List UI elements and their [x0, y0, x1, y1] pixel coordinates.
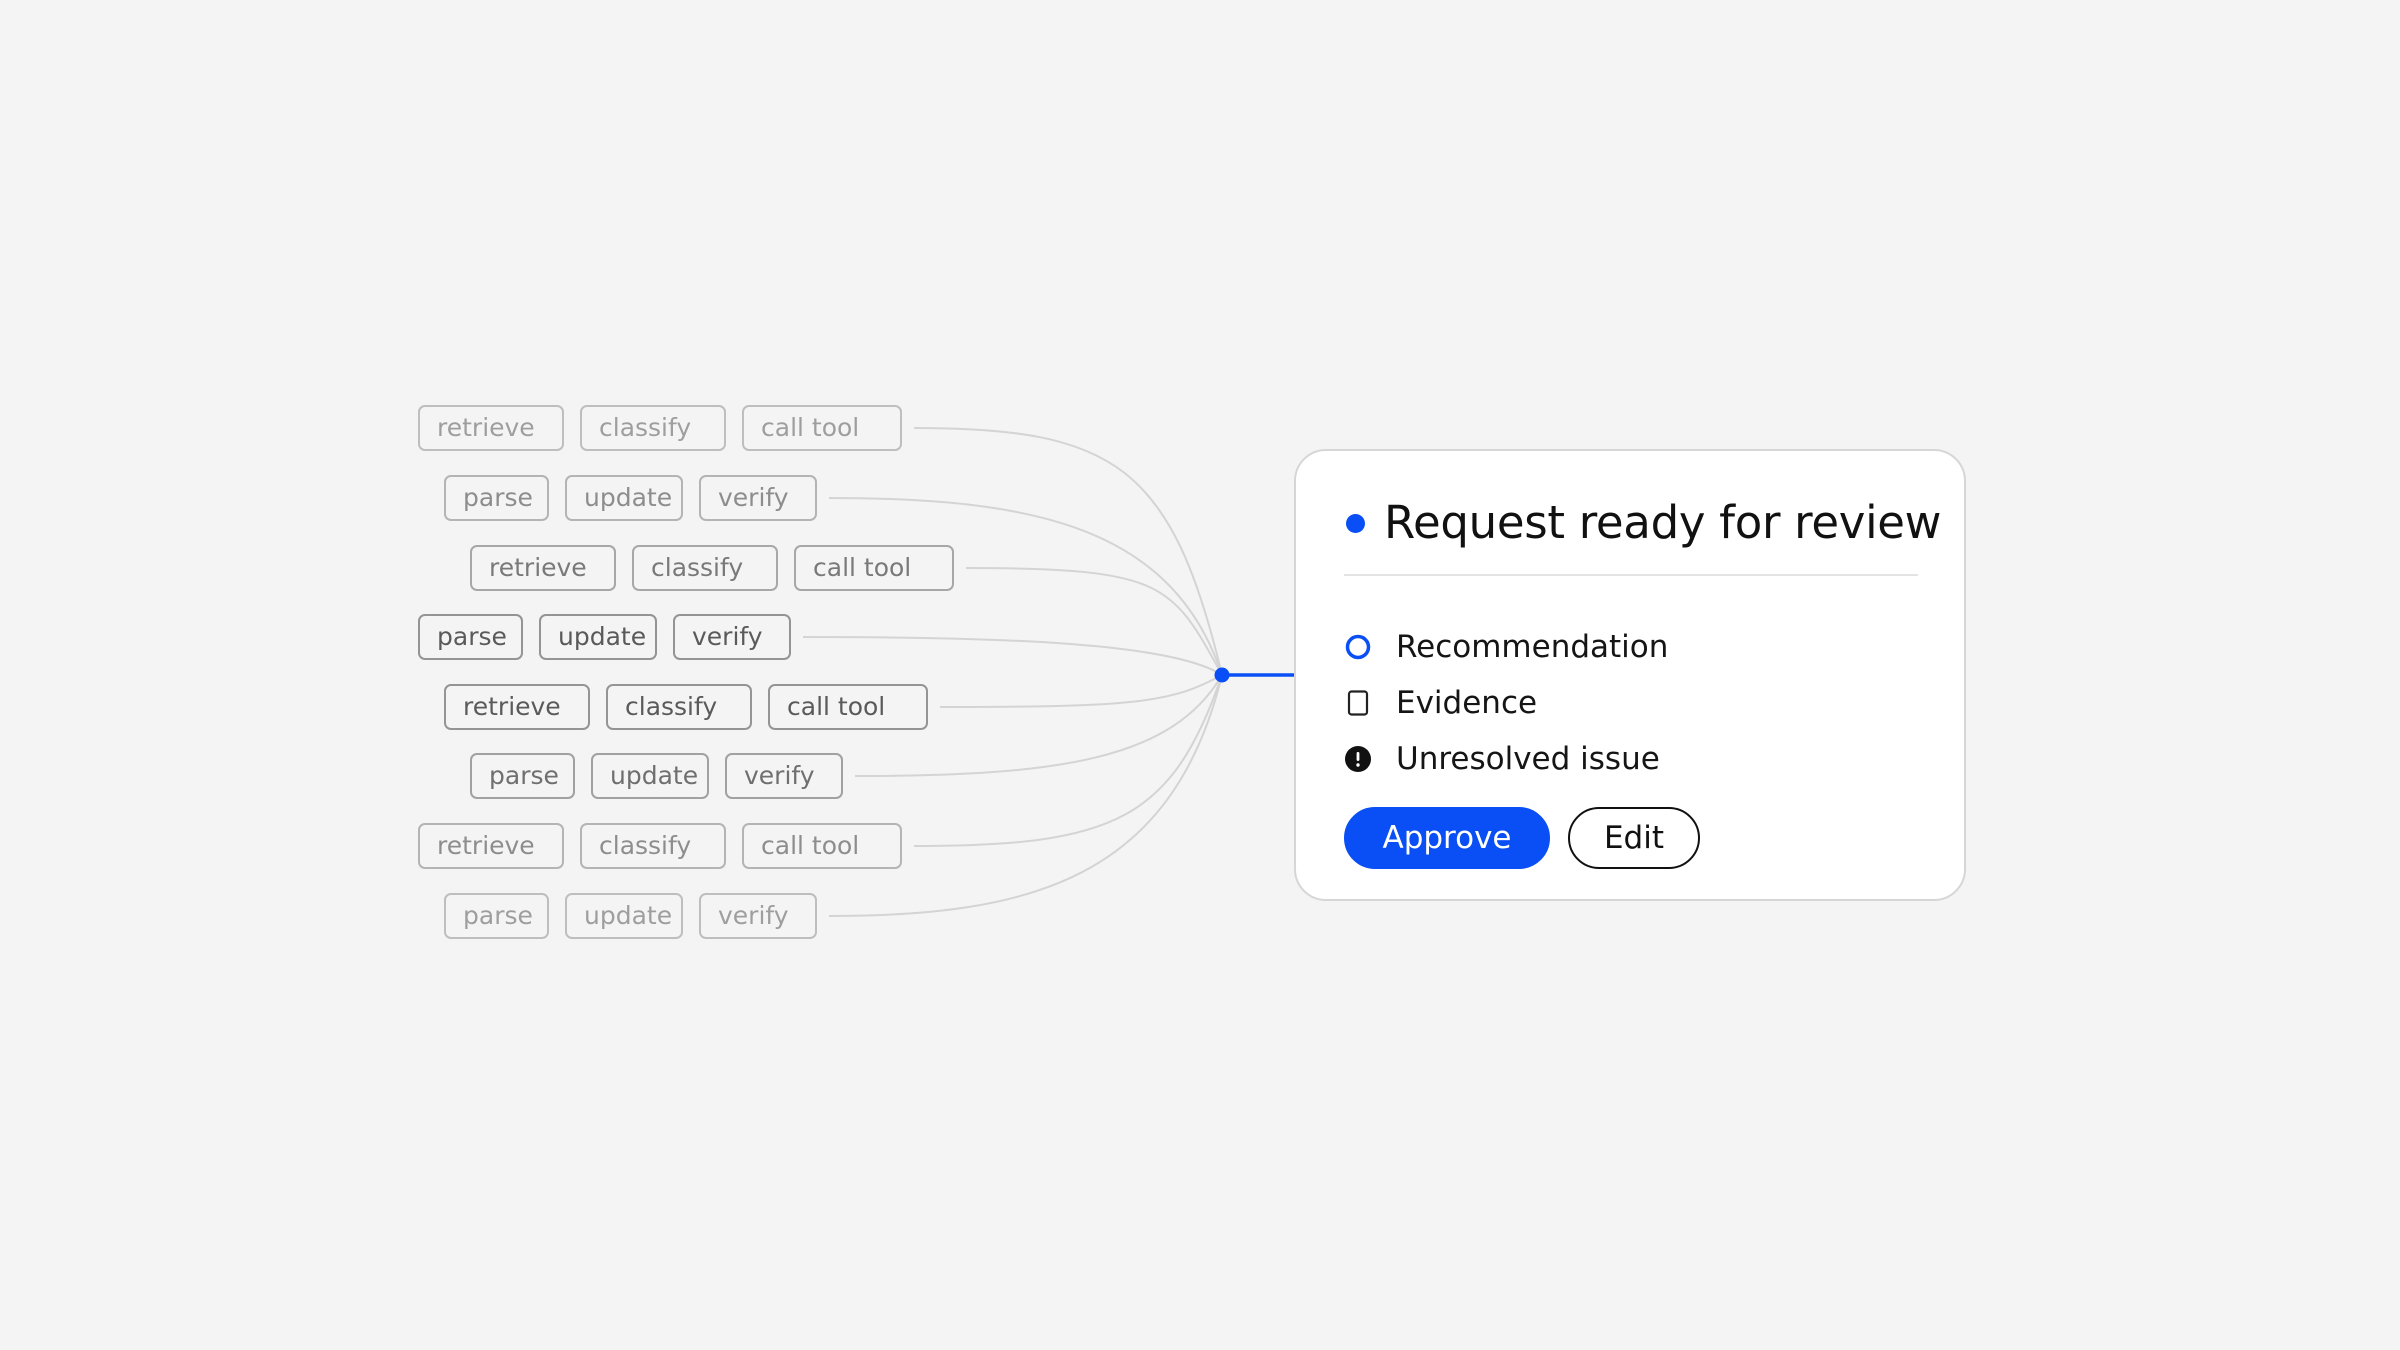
step-chip-verify[interactable]: verify	[725, 753, 843, 799]
step-chip-retrieve[interactable]: retrieve	[444, 684, 590, 730]
step-chip-classify[interactable]: classify	[632, 545, 778, 591]
step-chip-update[interactable]: update	[539, 614, 657, 660]
checklist-item-evidence: Evidence	[1344, 681, 1904, 725]
status-dot-icon	[1346, 514, 1365, 533]
connector-lines	[802, 427, 1294, 917]
review-card: Request ready for review Recommendation …	[1294, 449, 1966, 901]
step-chip-parse[interactable]: parse	[418, 614, 523, 660]
document-icon	[1347, 690, 1369, 716]
step-chip-call-tool[interactable]: call tool	[742, 405, 902, 451]
step-chip-update[interactable]: update	[565, 893, 683, 939]
alert-icon	[1345, 746, 1371, 772]
step-chip-update[interactable]: update	[565, 475, 683, 521]
step-chip-classify[interactable]: classify	[580, 405, 726, 451]
step-chip-call-tool[interactable]: call tool	[742, 823, 902, 869]
checklist-label: Unresolved issue	[1396, 741, 1660, 777]
checklist-item-unresolved-issue: Unresolved issue	[1344, 737, 1904, 781]
step-chip-parse[interactable]: parse	[444, 893, 549, 939]
checklist-label: Recommendation	[1396, 629, 1669, 665]
review-flow-diagram: retrieve classify call tool parse update veri…	[0, 0, 2400, 1350]
hub-node	[1214, 667, 1230, 683]
step-chip-classify[interactable]: classify	[580, 823, 726, 869]
connector-line	[913, 674, 1223, 847]
ring-icon	[1345, 634, 1371, 660]
step-chip-retrieve[interactable]: retrieve	[418, 823, 564, 869]
connector-line	[802, 636, 1223, 676]
card-title: Request ready for review	[1384, 496, 1942, 549]
approve-button[interactable]: Approve	[1344, 807, 1550, 869]
step-chip-call-tool[interactable]: call tool	[768, 684, 928, 730]
connector-line	[965, 567, 1223, 676]
edit-button[interactable]: Edit	[1568, 807, 1700, 869]
step-chip-verify[interactable]: verify	[699, 475, 817, 521]
step-chip-verify[interactable]: verify	[699, 893, 817, 939]
connector-line	[939, 674, 1223, 708]
step-chip-retrieve[interactable]: retrieve	[418, 405, 564, 451]
step-chip-parse[interactable]: parse	[444, 475, 549, 521]
checklist-item-recommendation: Recommendation	[1344, 625, 1904, 669]
step-chip-update[interactable]: update	[591, 753, 709, 799]
step-chip-parse[interactable]: parse	[470, 753, 575, 799]
step-chip-classify[interactable]: classify	[606, 684, 752, 730]
step-chip-retrieve[interactable]: retrieve	[470, 545, 616, 591]
checklist-label: Evidence	[1396, 685, 1538, 721]
card-divider	[1344, 574, 1918, 576]
step-chip-verify[interactable]: verify	[673, 614, 791, 660]
step-chip-call-tool[interactable]: call tool	[794, 545, 954, 591]
